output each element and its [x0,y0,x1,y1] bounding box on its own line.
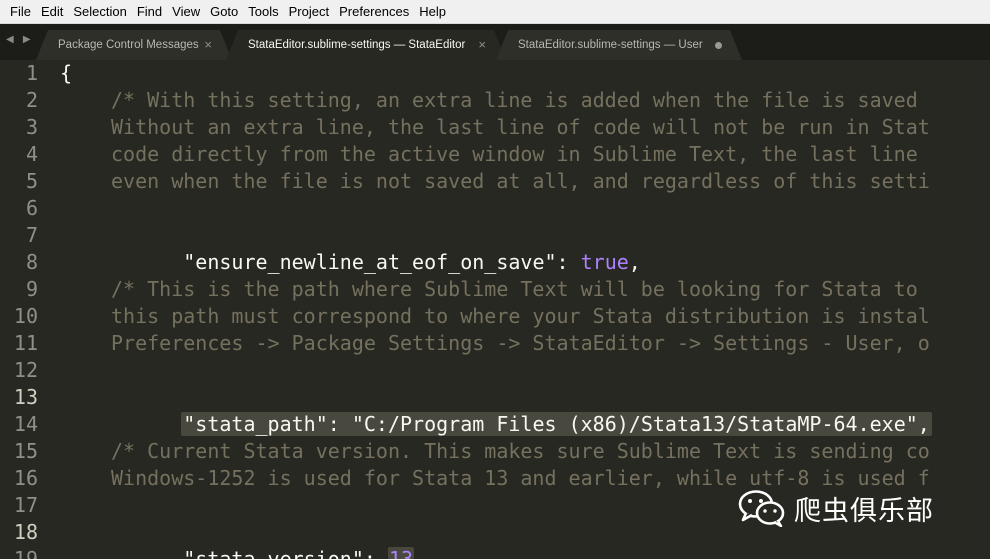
code-line-setting: "stata_version": 13, [111,519,426,559]
code-comment-line: /* With this setting, an extra line is a… [111,88,918,112]
menu-find[interactable]: Find [132,0,167,24]
line-number: 9 [25,277,38,301]
menu-goto[interactable]: Goto [205,0,243,24]
line-number: 17 [13,493,38,517]
setting-key: "stata_version" [183,547,364,559]
code-comment-line: this path must correspond to where your … [111,304,930,328]
menu-help[interactable]: Help [414,0,451,24]
menu-preferences[interactable]: Preferences [334,0,414,24]
line-number: 8 [25,250,38,274]
setting-value: "C:/Program Files (x86)/Stata13/StataMP-… [351,412,918,436]
code-line-setting: "ensure_newline_at_eof_on_save": true, [111,222,641,274]
line-number: 19 [13,547,38,559]
line-number-gutter: 1 2 3 4 5 6 7 8 9 10 11 12 13 14 15 16 1… [0,60,60,559]
code-comment-line: code directly from the active window in … [111,142,918,166]
menu-bar: File Edit Selection Find View Goto Tools… [0,0,990,24]
setting-key: "stata_path" [183,412,328,436]
code-text-area[interactable]: { /* With this setting, an extra line is… [60,60,990,559]
setting-value: 13 [387,547,415,559]
code-comment-line: /* Current Stata version. This makes sur… [111,439,930,463]
menu-tools[interactable]: Tools [243,0,283,24]
code-line-selected: "stata_path": "C:/Program Files (x86)/St… [109,384,932,436]
trailing-comma: , [628,250,641,274]
code-comment-line: even when the file is not saved at all, … [111,169,930,193]
tab-stataeditor-settings[interactable]: StataEditor.sublime-settings — StataEdit… [226,30,506,60]
line-number: 2 [25,88,38,112]
close-icon[interactable]: × [204,37,212,52]
menu-project[interactable]: Project [284,0,334,24]
line-number-highlighted: 13 [13,385,38,409]
setting-key: "ensure_newline_at_eof_on_save" [183,250,557,274]
menu-file[interactable]: File [5,0,36,24]
tab-nav-arrows-icon[interactable]: ◀ ▶ [6,34,34,45]
setting-value: true [580,250,629,274]
line-number: 11 [13,331,38,355]
line-number: 16 [13,466,38,490]
separator: : [556,250,581,274]
code-comment-line: Preferences -> Package Settings -> Stata… [111,331,930,355]
menu-view[interactable]: View [167,0,205,24]
code-comment-line: Without an extra line, the last line of … [111,115,930,139]
trailing-comma: , [414,547,427,559]
line-number: 3 [25,115,38,139]
menu-edit[interactable]: Edit [36,0,68,24]
tab-label: StataEditor.sublime-settings — StataEdit… [248,39,466,51]
tab-package-control-messages[interactable]: Package Control Messages × [36,30,232,60]
line-number: 15 [13,439,38,463]
menu-selection[interactable]: Selection [68,0,131,24]
line-number: 5 [25,169,38,193]
watermark-text: 爬虫俱乐部 [794,495,934,527]
editor-area[interactable]: 1 2 3 4 5 6 7 8 9 10 11 12 13 14 15 16 1… [0,60,990,559]
tab-user-settings[interactable]: StataEditor.sublime-settings — User [496,30,742,60]
line-number: 10 [13,304,38,328]
line-number: 4 [25,142,38,166]
tab-bar: ◀ ▶ Package Control Messages × StataEdit… [0,24,990,60]
unsaved-dot-icon[interactable] [715,42,722,49]
separator: : [327,412,352,436]
code-line: { [60,61,73,85]
close-icon[interactable]: × [478,37,486,52]
line-number: 14 [13,412,38,436]
line-number-highlighted: 18 [13,520,38,544]
tab-label: Package Control Messages [58,39,199,51]
line-number: 7 [25,223,38,247]
wechat-watermark: 爬虫俱乐部 [738,486,934,530]
line-number: 1 [25,61,38,85]
trailing-comma: , [917,412,930,436]
line-number: 12 [13,358,38,382]
code-comment-line: /* This is the path where Sublime Text w… [111,277,918,301]
separator: : [363,547,388,559]
tab-label: StataEditor.sublime-settings — User [518,39,703,51]
line-number: 6 [25,196,38,220]
selection-highlight[interactable]: "stata_path": "C:/Program Files (x86)/St… [181,412,932,436]
wechat-icon [738,490,785,527]
